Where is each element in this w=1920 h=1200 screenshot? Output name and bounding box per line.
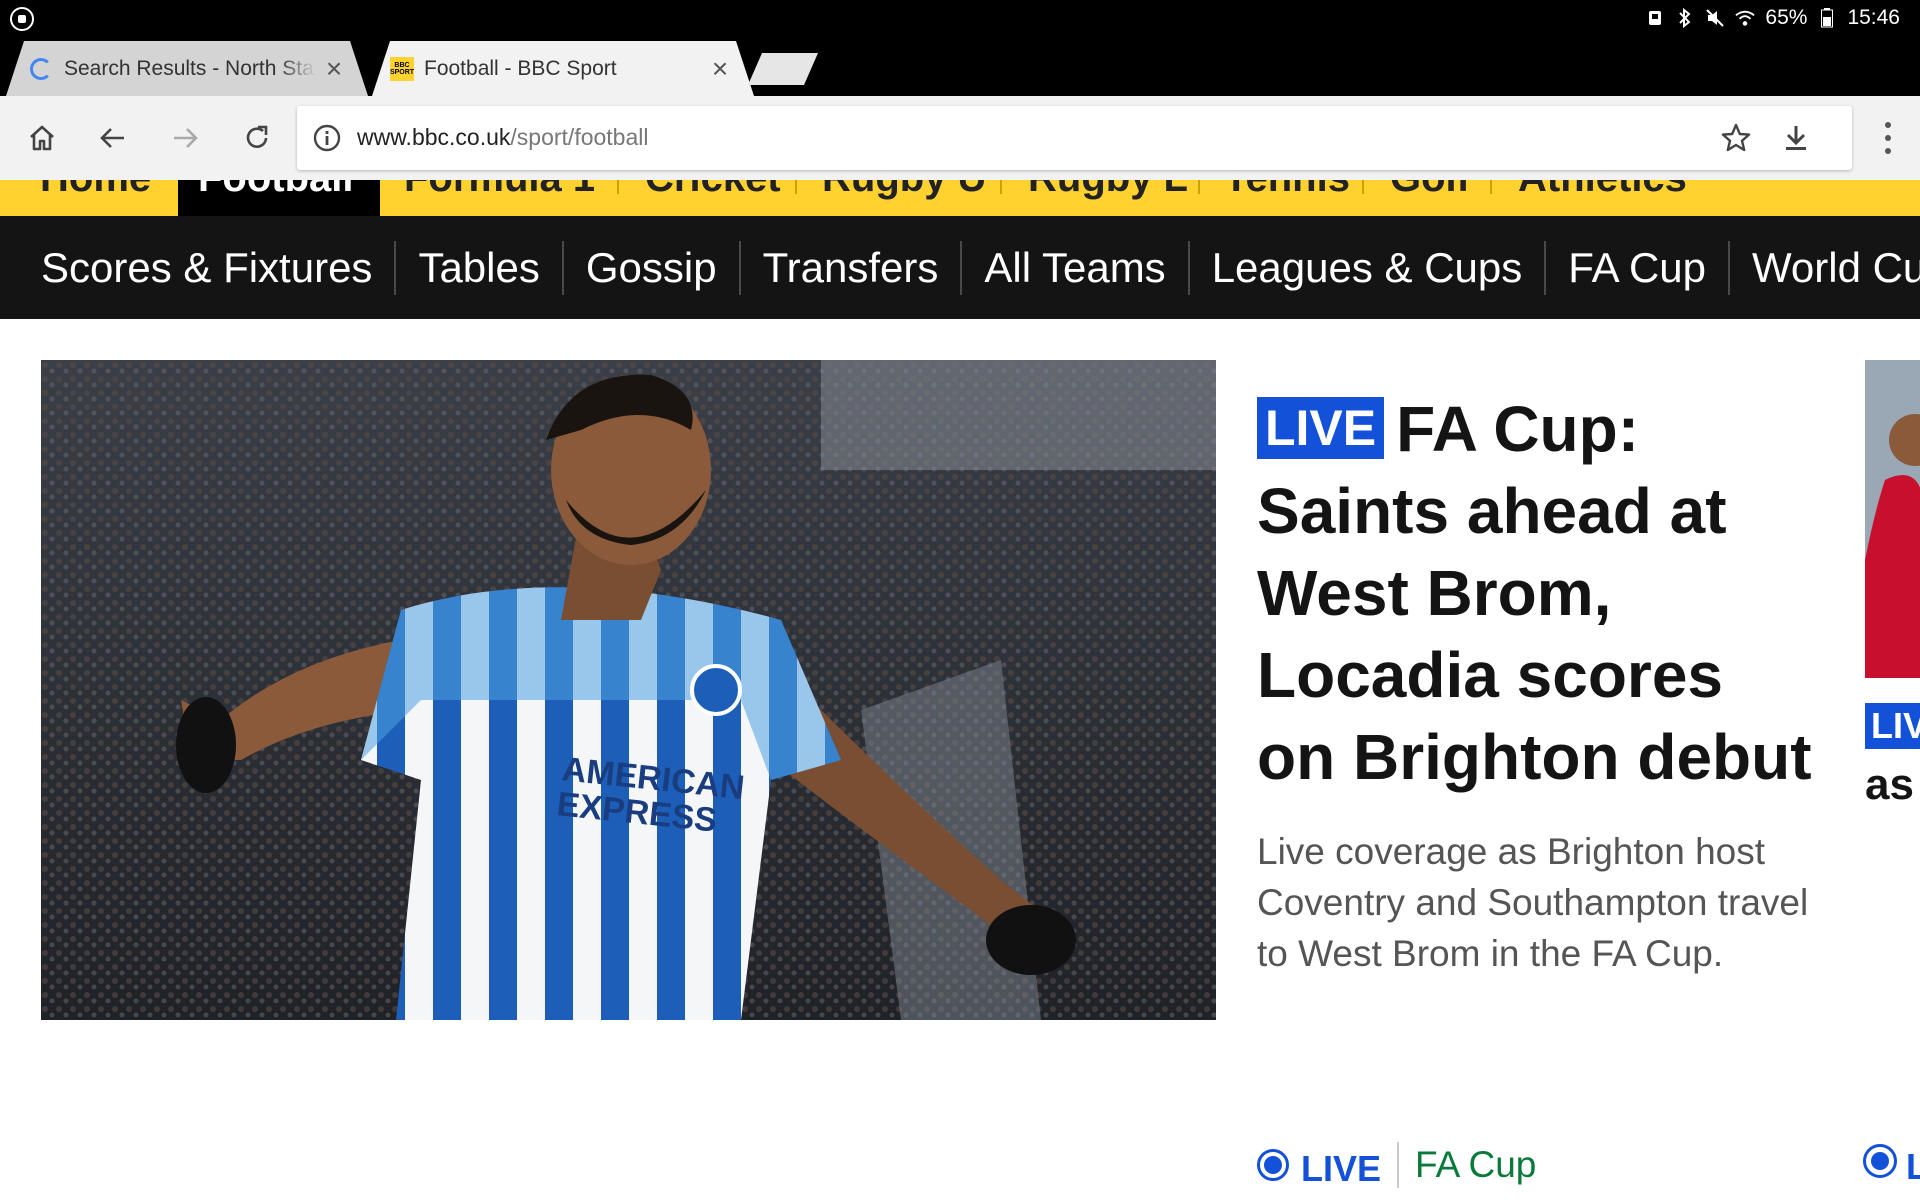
headline[interactable]: LIVE FA Cup: Saints ahead at West Brom, L… [1257, 388, 1817, 798]
nav-gossip[interactable]: Gossip [561, 240, 739, 295]
nav-tables[interactable]: Tables [394, 240, 561, 295]
sport-nav-item-football[interactable]: Football [178, 180, 380, 216]
bookmark-star-icon[interactable] [1720, 122, 1752, 154]
sport-nav: Home Football Formula 1 Cricket Rugby U … [0, 180, 1920, 216]
nav-separator [1362, 180, 1364, 194]
sport-nav-item-cricket[interactable]: Cricket [625, 180, 801, 216]
reload-icon [246, 125, 268, 148]
browser-toolbar: www.bbc.co.uk/sport/football [0, 96, 1920, 180]
secondary-live-badge: LIVE [1865, 703, 1920, 749]
secondary-meta-live: L [1906, 1146, 1920, 1187]
secondary-live-indicator-icon [1863, 1144, 1897, 1178]
bluetooth-icon [1675, 8, 1695, 28]
live-badge: LIVE [1257, 397, 1385, 459]
download-icon[interactable] [1780, 122, 1812, 154]
address-bar[interactable]: www.bbc.co.uk/sport/football [297, 106, 1852, 170]
nav-separator [1000, 180, 1002, 194]
secondary-headline[interactable]: as [1865, 760, 1914, 810]
tab-title: Football - BBC Sport [424, 56, 617, 80]
tab-bbc-football[interactable]: BBC SPORT Football - BBC Sport × [372, 41, 754, 96]
nav-scores-fixtures[interactable]: Scores & Fixtures [0, 241, 394, 295]
status-icons: 65% 15:46 [1645, 6, 1900, 30]
football-nav: Scores & Fixtures Tables Gossip Transfer… [0, 216, 1920, 319]
nav-transfers[interactable]: Transfers [738, 240, 961, 295]
forward-button[interactable] [163, 116, 207, 160]
nav-world-cup[interactable]: World Cup [1728, 240, 1920, 295]
url-domain: www.bbc.co.uk [357, 124, 511, 150]
url-path: /sport/football [510, 124, 649, 150]
nav-leagues-cups[interactable]: Leagues & Cups [1187, 240, 1545, 295]
player-celebration-image: AMERICAN EXPRESS [41, 360, 1216, 1020]
wifi-icon [1735, 8, 1756, 28]
bbc-sport-favicon-icon: BBC SPORT [390, 56, 414, 81]
sport-nav-item-home[interactable]: Home [20, 180, 171, 216]
story-meta: LIVE FA Cup [1257, 1140, 1536, 1190]
tab-title: Search Results - North Stand [64, 56, 316, 80]
home-icon [30, 125, 54, 151]
nav-separator [795, 180, 797, 194]
nav-separator [1490, 180, 1492, 194]
sport-nav-item-rugby-union[interactable]: Rugby U [802, 180, 1006, 216]
sport-nav-item-golf[interactable]: Golf [1370, 180, 1490, 216]
secondary-story-image[interactable] [1865, 360, 1920, 678]
new-tab-button[interactable] [748, 53, 818, 85]
nav-separator [1198, 180, 1200, 194]
meta-live-label: LIVE [1301, 1148, 1382, 1189]
sport-nav-item-tennis[interactable]: Tennis [1204, 180, 1370, 216]
hero-story[interactable]: LIVE FA Cup: Saints ahead at West Brom, L… [1257, 388, 1817, 979]
arrow-right-icon [174, 128, 198, 148]
live-indicator-icon [1257, 1149, 1289, 1181]
battery-icon [1817, 8, 1837, 28]
close-tab-icon[interactable]: × [316, 53, 352, 85]
close-tab-icon[interactable]: × [702, 53, 738, 85]
soccer-ball-icon [10, 7, 34, 31]
tab-search-results[interactable]: Search Results - North Stand × [6, 41, 368, 96]
home-button[interactable] [20, 116, 64, 160]
clock: 15:46 [1847, 6, 1900, 29]
mute-icon [1705, 8, 1725, 28]
meta-divider [1397, 1142, 1400, 1188]
arrow-left-icon [100, 128, 124, 148]
url-text: www.bbc.co.uk/sport/football [357, 124, 649, 151]
sport-nav-item-athletics[interactable]: Athletics [1498, 180, 1707, 216]
more-menu-icon[interactable] [1876, 118, 1900, 158]
tab-strip: Search Results - North Stand × BBC SPORT… [0, 38, 1920, 96]
nav-all-teams[interactable]: All Teams [960, 240, 1187, 295]
nav-fa-cup[interactable]: FA Cup [1544, 240, 1728, 295]
back-button[interactable] [91, 116, 135, 160]
secondary-photo [1865, 360, 1920, 678]
status-bar: 65% 15:46 [0, 0, 1920, 38]
reload-button[interactable] [235, 116, 279, 160]
sport-nav-item-formula1[interactable]: Formula 1 [384, 180, 615, 216]
sport-nav-item-rugby-league[interactable]: Rugby L [1008, 180, 1208, 216]
hero-image[interactable]: AMERICAN EXPRESS [41, 360, 1216, 1020]
nav-separator [617, 180, 619, 194]
alarm-icon [1645, 8, 1665, 28]
info-icon[interactable] [313, 124, 341, 152]
story-summary: Live coverage as Brighton host Coventry … [1257, 831, 1809, 974]
battery-percent: 65% [1765, 6, 1808, 29]
section-tag-link[interactable]: FA Cup [1415, 1144, 1536, 1186]
loading-spinner-icon [30, 57, 52, 80]
